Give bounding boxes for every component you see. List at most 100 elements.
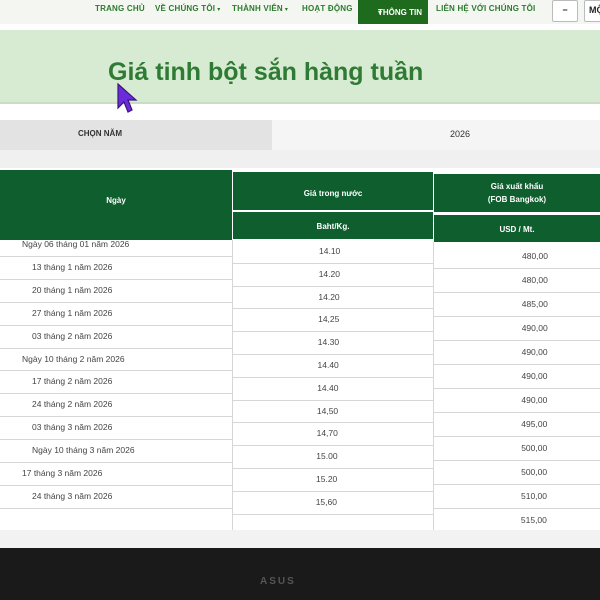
row-divider — [434, 412, 600, 413]
table-cell-date: 24 tháng 3 năm 2026 — [32, 490, 113, 501]
page-title: Giá tinh bột sắn hàng tuần — [108, 58, 424, 86]
table-cell-domestic-price: 15.00 — [316, 451, 338, 462]
table-cell-export-price: 485,00 — [521, 299, 548, 309]
chevron-down-icon: ▾ — [378, 8, 383, 17]
row-divider — [0, 255, 232, 257]
partial-button[interactable]: MỘ — [584, 0, 600, 22]
row-divider — [0, 324, 232, 326]
row-divider — [233, 513, 433, 515]
spacer — [0, 150, 600, 168]
table-cell-date: 13 tháng 1 năm 2026 — [32, 261, 113, 272]
row-divider — [434, 292, 600, 293]
table-cell-export-price: 515,00 — [520, 515, 547, 525]
row-divider — [233, 399, 433, 401]
top-navigation: TRANG CHỦ VỀ CHÚNG TÔI ▾ THÀNH VIÊN ▾ HOẠT… — [0, 0, 600, 24]
row-divider — [233, 490, 433, 492]
table-cell-date: 17 tháng 2 năm 2026 — [32, 376, 113, 387]
table-cell-date: 03 tháng 3 năm 2026 — [32, 422, 113, 433]
row-divider — [0, 393, 232, 395]
chevron-down-icon: ▾ — [217, 7, 221, 13]
table-cell-export-price: 490,00 — [521, 395, 548, 405]
chevron-down-icon: ▾ — [284, 7, 289, 13]
nav-item-label: HOẠT ĐỘNG — [302, 4, 353, 13]
column-header-domestic-text: Giá trong nước — [303, 189, 363, 198]
row-divider — [0, 507, 232, 509]
row-divider — [233, 354, 433, 355]
year-filter-label-text: CHỌN NĂM — [78, 129, 122, 138]
row-divider — [233, 445, 433, 447]
row-divider — [434, 484, 600, 485]
row-divider — [0, 416, 232, 418]
table-cell-domestic-price: 14,50 — [316, 405, 339, 416]
table-cell-domestic-price: 15.20 — [316, 474, 338, 484]
export-unit-text: USD / Mt. — [499, 225, 535, 234]
row-divider — [0, 347, 232, 349]
column-header-domestic-unit: Baht/Kg. — [233, 212, 433, 239]
row-divider — [434, 388, 600, 389]
screen: TRANG CHỦ VỀ CHÚNG TÔI ▾ THÀNH VIÊN ▾ HOẠT… — [0, 0, 600, 548]
table-cell-date: Ngày 10 tháng 3 năm 2026 — [32, 445, 135, 456]
row-divider — [434, 508, 600, 509]
domestic-unit-text: Baht/Kg. — [316, 222, 350, 231]
table-cell-export-price: 495,00 — [521, 419, 548, 429]
nav-item-home[interactable]: TRANG CHỦ — [95, 4, 145, 13]
nav-item-contact[interactable]: LIÊN HỆ VỚI CHÚNG TÔI — [436, 4, 535, 13]
table-cell-domestic-price: 14.20 — [318, 268, 340, 279]
row-divider — [233, 262, 433, 264]
table-cell-date: 27 tháng 1 năm 2026 — [32, 307, 113, 318]
table-cell-export-price: 500,00 — [521, 443, 548, 453]
table-cell-domestic-price: 14,25 — [318, 314, 340, 325]
table-footer-band — [0, 530, 600, 548]
table-cell-date: 17 tháng 3 năm 2026 — [22, 468, 103, 478]
row-divider — [233, 422, 433, 424]
nav-item-activities[interactable]: HOẠT ĐỘNG — [302, 4, 353, 13]
row-divider — [233, 285, 433, 287]
row-divider — [434, 364, 600, 365]
row-divider — [0, 439, 232, 441]
table-cell-export-price: 480,00 — [522, 251, 548, 261]
table-cell-export-price: 500,00 — [521, 467, 548, 477]
column-header-date-text: Ngày — [106, 196, 126, 205]
row-divider — [434, 340, 600, 341]
year-filter-row: CHỌN NĂM 2026 — [0, 120, 600, 150]
column-divider — [232, 240, 233, 530]
nav-item-label: VỀ CHÚNG TÔI — [155, 4, 216, 13]
row-divider — [0, 484, 232, 486]
year-select-value: 2026 — [450, 129, 471, 139]
table-cell-domestic-price: 14.20 — [318, 291, 340, 302]
nav-item-label: TRANG CHỦ — [95, 4, 145, 13]
column-header-date: Ngày — [0, 170, 232, 240]
table-cell-date: 03 tháng 2 năm 2026 — [32, 330, 113, 341]
row-divider — [434, 268, 600, 269]
column-header-export: Giá xuất khẩu (FOB Bangkok) — [434, 174, 600, 212]
nav-item-members[interactable]: THÀNH VIÊN ▾ — [232, 4, 288, 13]
column-header-domestic: Giá trong nước — [233, 172, 433, 210]
table-cell-date: Ngày 06 tháng 01 năm 2026 — [22, 239, 130, 249]
table-cell-domestic-price: 15,60 — [315, 496, 337, 507]
row-divider — [0, 462, 232, 463]
bezel-logo: ASUS — [260, 576, 296, 587]
row-divider — [434, 316, 600, 317]
nav-item-information[interactable]: THÔNG TIN ▾ — [358, 0, 428, 24]
table-cell-domestic-price: 14.30 — [317, 337, 340, 348]
year-select[interactable]: 2026 — [272, 120, 600, 150]
row-divider — [0, 301, 232, 303]
table-cell-export-price: 490,00 — [521, 371, 548, 381]
row-divider — [0, 278, 232, 280]
row-divider — [233, 376, 433, 378]
column-divider — [433, 242, 434, 532]
table-cell-date: Ngày 10 tháng 2 năm 2026 — [22, 353, 125, 364]
table-cell-domestic-price: 14.40 — [317, 360, 339, 370]
minimize-button[interactable]: − — [552, 0, 578, 22]
row-divider — [233, 331, 433, 333]
nav-item-about[interactable]: VỀ CHÚNG TÔI ▾ — [155, 4, 220, 13]
column-header-export-line2: (FOB Bangkok) — [487, 195, 547, 204]
table-cell-export-price: 480,00 — [521, 275, 548, 285]
table-cell-domestic-price: 14.10 — [319, 246, 341, 256]
row-divider — [233, 468, 433, 469]
nav-item-label: THÔNG TIN — [378, 8, 422, 17]
year-filter-label: CHỌN NĂM — [0, 120, 272, 150]
mouse-cursor-icon — [117, 82, 138, 113]
table-cell-export-price: 490,00 — [521, 347, 548, 357]
table-cell-date: 20 tháng 1 năm 2026 — [32, 284, 113, 295]
